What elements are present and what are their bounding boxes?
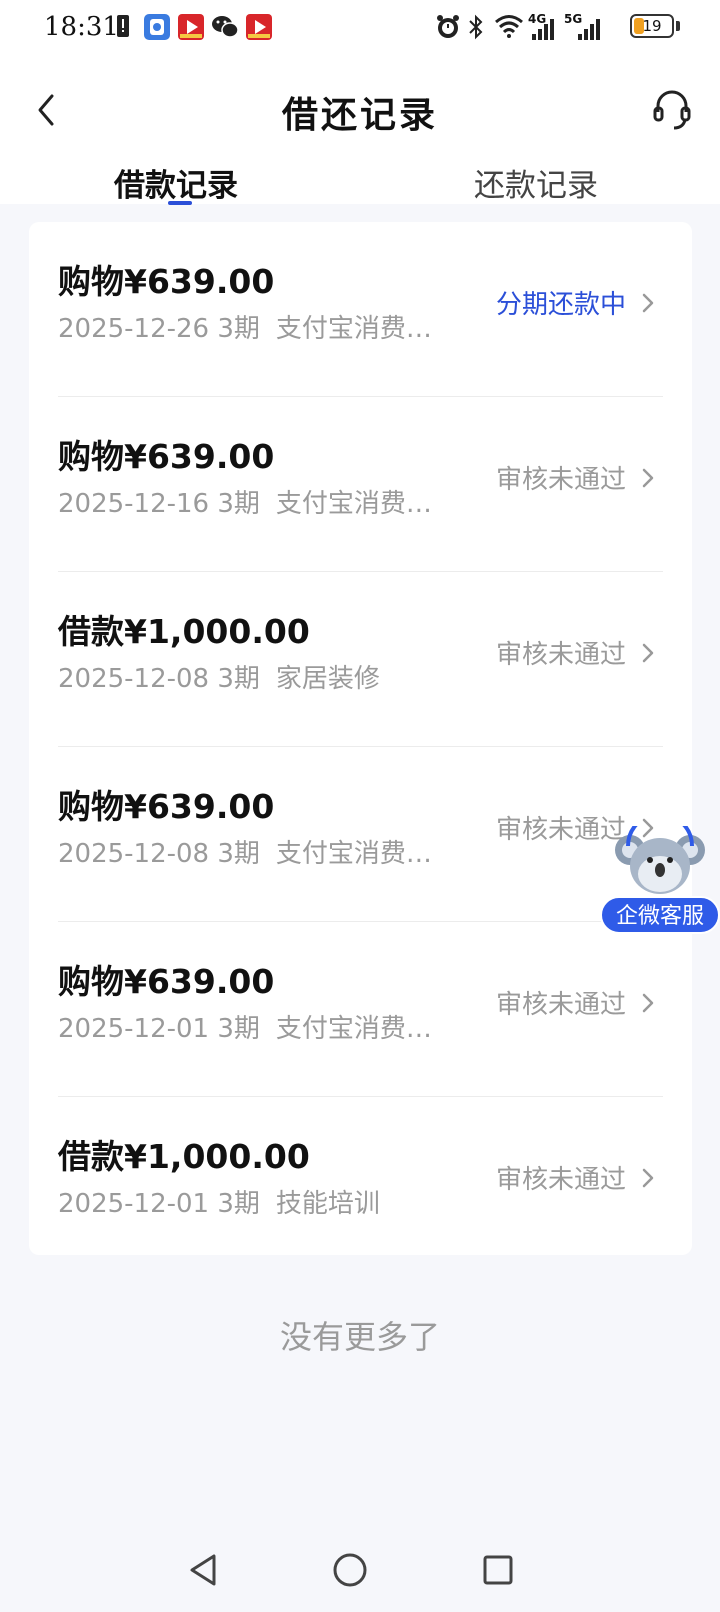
page-title: 借还记录 [281,94,438,136]
battery-tip [676,21,680,31]
chevron-right-icon [638,988,658,1018]
record-amount: 购物¥639.00 [58,962,275,1001]
list-item[interactable]: 借款¥1,000.00 2025-12-08 3期 家居装修 审核未通过 [29,572,692,747]
no-more-text: 没有更多了 [279,1318,440,1356]
bluetooth-icon [468,14,484,44]
chevron-right-icon [638,288,658,318]
wifi-icon [494,14,524,42]
record-details: 2025-12-26 3期 支付宝消费… [58,308,432,345]
record-amount: 购物¥639.00 [58,437,275,476]
record-details: 2025-12-01 3期 技能培训 [58,1183,380,1220]
back-triangle-icon[interactable] [184,1550,224,1590]
record-purpose: 支付宝消费… [275,489,432,519]
list-item[interactable]: 借款¥1,000.00 2025-12-01 3期 技能培训 审核未通过 [29,1097,692,1272]
sim-alert-icon [116,14,130,42]
wecom-service-label: 企微客服 [600,896,720,934]
battery-level: 19 [642,17,662,35]
recents-square-icon[interactable] [478,1550,518,1590]
record-list: 购物¥639.00 2025-12-26 3期 支付宝消费… 分期还款中 购物¥6… [29,222,692,1255]
battery-icon: 19 [630,14,674,38]
record-details: 2025-12-01 3期 支付宝消费… [58,1008,432,1045]
record-details: 2025-12-08 3期 家居装修 [58,658,380,695]
record-purpose: 支付宝消费… [275,1014,432,1044]
record-term: 3期 [217,489,260,519]
wecom-service-button[interactable]: 企微客服 [600,812,720,934]
record-term: 3期 [217,314,260,344]
chevron-right-icon [638,638,658,668]
header: 借还记录 借款记录 还款记录 [0,56,720,205]
koala-mascot-icon [614,812,706,906]
record-status: 分期还款中 [495,290,626,320]
record-purpose: 技能培训 [275,1189,380,1219]
record-date: 2025-12-16 [58,489,210,519]
video-app-icon [178,14,204,44]
app-shield-icon [144,14,170,44]
record-status: 审核未通过 [495,990,626,1020]
record-details: 2025-12-08 3期 支付宝消费… [58,833,432,870]
signal-icon [532,18,556,44]
list-item[interactable]: 购物¥639.00 2025-12-01 3期 支付宝消费… 审核未通过 [29,922,692,1097]
record-amount: 购物¥639.00 [58,787,275,826]
record-date: 2025-12-08 [58,839,210,869]
record-purpose: 支付宝消费… [275,839,432,869]
record-amount: 借款¥1,000.00 [58,1137,310,1176]
record-purpose: 家居装修 [275,664,380,694]
list-item[interactable]: 购物¥639.00 2025-12-08 3期 支付宝消费… 审核未通过 [29,747,692,922]
tab-borrow-records[interactable]: 借款记录 [114,160,238,205]
record-details: 2025-12-16 3期 支付宝消费… [58,483,432,520]
home-circle-icon[interactable] [330,1550,370,1590]
alarm-icon [436,14,460,44]
record-purpose: 支付宝消费… [275,314,432,344]
video-app-icon [246,14,272,44]
record-status: 审核未通过 [495,640,626,670]
wechat-icon [211,14,239,44]
chevron-right-icon [638,463,658,493]
chevron-right-icon [638,1163,658,1193]
tab-active-indicator [168,201,192,205]
list-item[interactable]: 购物¥639.00 2025-12-26 3期 支付宝消费… 分期还款中 [29,222,692,397]
record-status: 审核未通过 [495,465,626,495]
record-date: 2025-12-01 [58,1014,210,1044]
signal-icon [578,18,602,44]
record-term: 3期 [217,1189,260,1219]
list-item[interactable]: 购物¥639.00 2025-12-16 3期 支付宝消费… 审核未通过 [29,397,692,572]
status-bar: 18:31 4G 5G 19 [0,0,720,56]
record-term: 3期 [217,839,260,869]
customer-service-button[interactable] [650,86,694,132]
record-term: 3期 [217,664,260,694]
record-date: 2025-12-08 [58,664,210,694]
record-status: 审核未通过 [495,1165,626,1195]
record-amount: 借款¥1,000.00 [58,612,310,651]
record-date: 2025-12-01 [58,1189,210,1219]
headset-icon [650,90,694,136]
status-time: 18:31 [44,12,119,42]
record-term: 3期 [217,1014,260,1044]
record-date: 2025-12-26 [58,314,210,344]
record-amount: 购物¥639.00 [58,262,275,301]
tab-repay-records[interactable]: 还款记录 [474,160,598,205]
system-nav-bar [0,1530,720,1612]
